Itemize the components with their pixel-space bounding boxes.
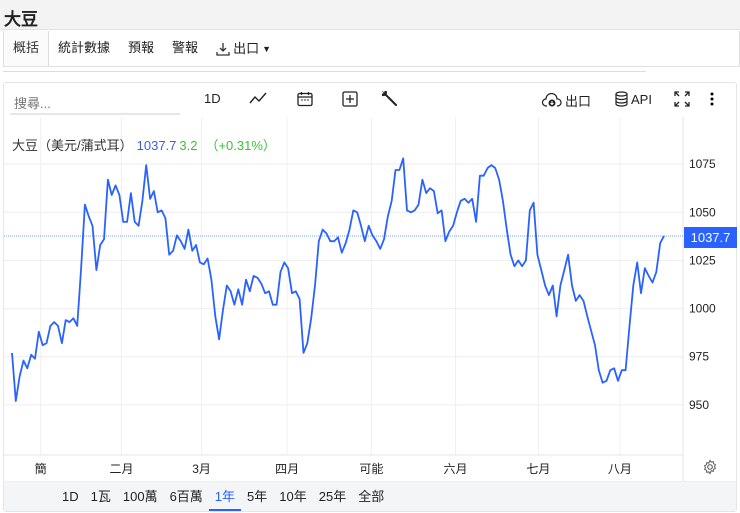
x-tick-label: 四月 (275, 462, 300, 476)
api-label: API (631, 91, 652, 107)
export-label: 出口 (565, 94, 592, 109)
more-menu-button[interactable] (709, 91, 715, 107)
tab-export[interactable]: 出口 ▼ (207, 31, 280, 66)
y-tick-label: 950 (689, 398, 709, 412)
x-axis: 簡 二月 3月 四月 可能 六月 七月 八月 (4, 455, 684, 479)
y-tick-label: 1025 (689, 253, 716, 267)
x-tick-label: 簡 (34, 462, 47, 476)
x-tick-label: 二月 (109, 462, 134, 476)
download-icon (216, 42, 230, 56)
tab-bar: 概括 統計數據 預報 警報 出口 ▼ (3, 31, 740, 67)
x-tick-label: 3月 (192, 462, 211, 476)
range-0[interactable]: 1D (56, 482, 85, 511)
interval-button[interactable]: 1D (204, 91, 221, 106)
title-bar: 大豆 (0, 0, 740, 30)
chart-panel: 1075 1050 1025 1000 975 950 1D 出口 API 大豆（美元/蒲… (3, 82, 737, 512)
x-tick-label: 八月 (607, 462, 632, 476)
gear-icon[interactable] (702, 459, 718, 475)
x-tick-label: 可能 (359, 462, 384, 476)
api-button[interactable]: API (615, 91, 652, 107)
fullscreen-button[interactable] (674, 91, 690, 107)
database-icon (615, 91, 628, 107)
cloud-download-icon (542, 93, 562, 107)
calendar-icon (297, 92, 313, 107)
legend-change-pct: （+0.31%） (205, 138, 276, 153)
line-chart-icon (249, 92, 267, 104)
search-input[interactable] (10, 93, 180, 115)
tab-forecast[interactable]: 預報 (119, 31, 163, 66)
range-2[interactable]: 100萬 (117, 482, 164, 511)
tab-overview[interactable]: 概括 (4, 31, 50, 66)
chart-legend: 大豆（美元/蒲式耳） 1037.7 3.2 （+0.31%） (12, 135, 276, 154)
range-5[interactable]: 5年 (241, 482, 273, 511)
wrench-icon (382, 91, 397, 106)
export-button[interactable]: 出口 (542, 91, 591, 110)
tab-alerts[interactable]: 警報 (163, 31, 207, 66)
tab-statistics[interactable]: 統計數據 (49, 31, 119, 66)
y-tick-label: 1050 (689, 205, 716, 219)
range-8[interactable]: 全部 (352, 482, 390, 511)
x-tick-label: 七月 (526, 462, 551, 476)
range-7[interactable]: 25年 (313, 482, 352, 511)
plus-box-icon (342, 91, 358, 107)
settings-tools-button[interactable] (382, 91, 398, 107)
divider (3, 67, 646, 72)
range-4[interactable]: 1年 (208, 482, 242, 511)
range-3[interactable]: 6百萬 (164, 482, 209, 511)
date-range-button[interactable] (297, 91, 313, 107)
more-vertical-icon (710, 92, 714, 106)
range-1[interactable]: 1瓦 (85, 482, 117, 511)
interval-label: 1D (204, 91, 221, 106)
fullscreen-icon (674, 91, 690, 107)
y-tick-label: 1075 (689, 157, 716, 171)
y-tick-label: 1000 (689, 302, 716, 316)
caret-down-icon: ▼ (262, 43, 271, 54)
legend-price: 1037.7 (136, 138, 177, 153)
x-tick-label: 六月 (443, 462, 468, 476)
legend-name: 大豆（美元/蒲式耳） (12, 138, 133, 153)
page-title: 大豆 (4, 10, 38, 29)
add-indicator-button[interactable] (342, 91, 358, 107)
y-tick-label: 975 (689, 350, 709, 364)
range-6[interactable]: 10年 (273, 482, 312, 511)
legend-change: 3.2 (179, 138, 198, 153)
range-selector: 1D 1瓦 100萬 6百萬 1年 5年 10年 25年 全部 (4, 481, 736, 511)
chart-type-button[interactable] (249, 91, 267, 105)
price-line (11, 157, 665, 402)
chart-toolbar: 1D 出口 API (4, 83, 736, 117)
export-label: 出口 (233, 40, 260, 56)
last-price-tag: 1037.7 (684, 227, 737, 248)
